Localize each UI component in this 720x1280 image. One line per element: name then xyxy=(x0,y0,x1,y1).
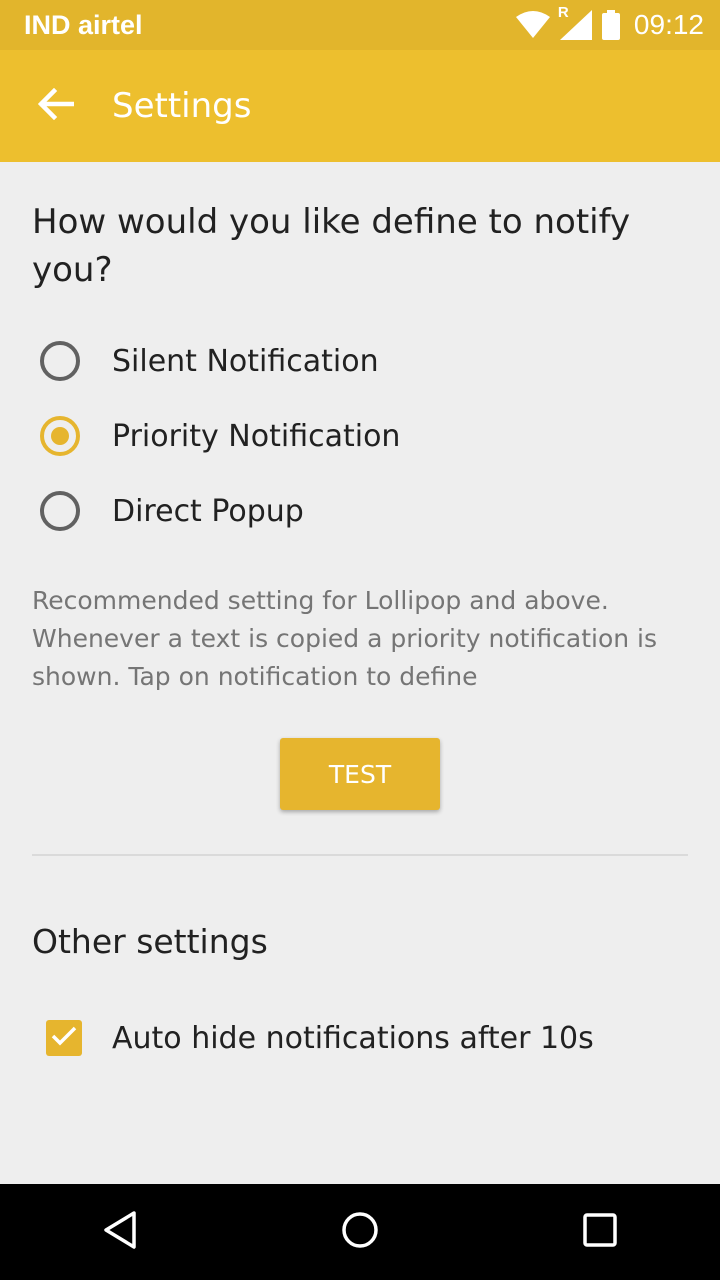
status-icons: R 09:12 xyxy=(515,4,704,41)
home-circle-icon xyxy=(341,1211,379,1253)
option-label: Direct Popup xyxy=(112,493,304,529)
option-label: Silent Notification xyxy=(112,343,379,379)
auto-hide-label: Auto hide notifications after 10s xyxy=(112,1020,594,1056)
page-title: Settings xyxy=(112,86,252,126)
nav-home-button[interactable] xyxy=(310,1184,410,1280)
radio-button[interactable] xyxy=(40,341,80,381)
radio-button[interactable] xyxy=(40,491,80,531)
roaming-indicator: R xyxy=(557,4,569,21)
auto-hide-checkbox[interactable] xyxy=(46,1020,82,1056)
wifi-icon xyxy=(515,11,550,39)
divider xyxy=(32,854,688,856)
clock: 09:12 xyxy=(633,9,704,40)
option-priority-notification[interactable]: Priority Notification xyxy=(40,403,640,469)
carrier-name: IND airtel xyxy=(24,9,143,40)
radio-button-selected[interactable] xyxy=(40,416,80,456)
recommendation-hint: Recommended setting for Lollipop and abo… xyxy=(32,586,658,691)
battery-icon xyxy=(601,10,620,40)
back-button[interactable] xyxy=(0,50,112,162)
option-label: Priority Notification xyxy=(112,418,401,454)
option-silent-notification[interactable]: Silent Notification xyxy=(40,328,640,394)
checkmark-icon xyxy=(50,1025,78,1051)
option-direct-popup[interactable]: Direct Popup xyxy=(40,478,640,544)
status-bar: IND airtel R 09:12 xyxy=(0,0,720,50)
auto-hide-setting[interactable]: Auto hide notifications after 10s xyxy=(46,1008,594,1068)
other-settings-title: Other settings xyxy=(32,922,268,961)
system-nav-bar xyxy=(0,1184,720,1280)
test-button[interactable]: TEST xyxy=(280,738,440,810)
app-bar: Settings xyxy=(0,50,720,162)
nav-recents-button[interactable] xyxy=(550,1184,650,1280)
signal-icon: R xyxy=(558,4,592,40)
arrow-back-icon xyxy=(37,87,75,124)
notify-question: How would you like define to notify you? xyxy=(32,202,631,290)
nav-back-button[interactable] xyxy=(70,1184,170,1280)
back-triangle-icon xyxy=(102,1210,138,1254)
recents-square-icon xyxy=(583,1213,617,1251)
